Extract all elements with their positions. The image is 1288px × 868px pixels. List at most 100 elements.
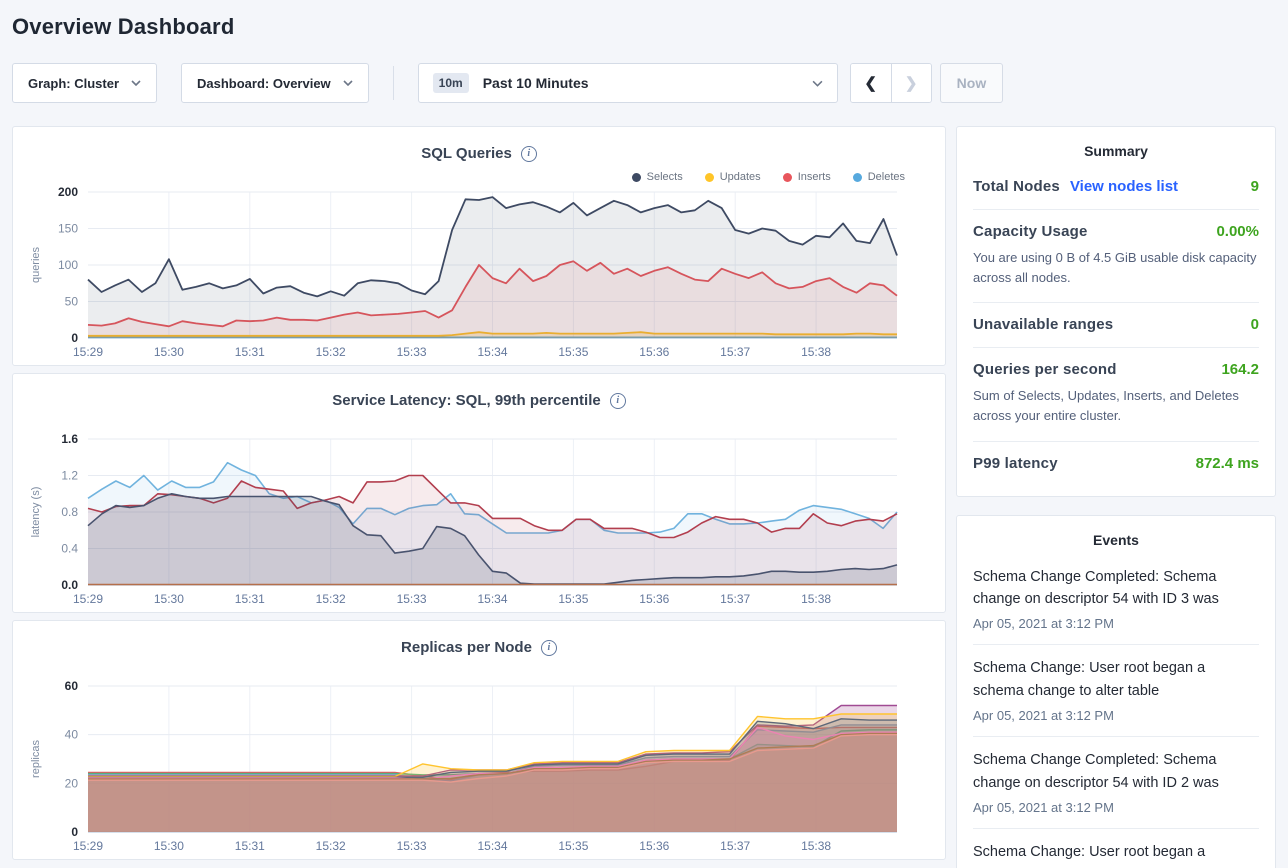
legend-item[interactable]: Updates — [705, 171, 761, 183]
view-nodes-list-link[interactable]: View nodes list — [1070, 178, 1178, 195]
summary-row-unavailable-ranges: Unavailable ranges 0 — [973, 303, 1259, 348]
time-prev-button[interactable]: ❮ — [851, 64, 891, 102]
event-item: Schema Change Completed: Schema change o… — [973, 737, 1259, 829]
svg-text:0: 0 — [71, 331, 78, 345]
event-message: Schema Change Completed: Schema change o… — [973, 749, 1259, 795]
svg-text:50: 50 — [65, 295, 79, 309]
svg-text:15:32: 15:32 — [316, 345, 346, 359]
chart-head: Replicas per Node i — [13, 621, 945, 679]
svg-text:200: 200 — [58, 185, 78, 199]
capacity-usage-description: You are using 0 B of 4.5 GiB usable disk… — [973, 248, 1259, 288]
time-range-label: Past 10 Minutes — [483, 75, 589, 91]
unavailable-ranges-label: Unavailable ranges — [973, 316, 1113, 333]
unavailable-ranges-value: 0 — [1251, 316, 1259, 333]
event-timestamp: Apr 05, 2021 at 3:12 PM — [973, 800, 1259, 815]
chevron-down-icon — [343, 80, 353, 86]
svg-text:15:29: 15:29 — [73, 345, 103, 359]
time-next-button[interactable]: ❯ — [891, 64, 931, 102]
total-nodes-label: Total Nodes — [973, 178, 1060, 195]
queries-per-second-value: 164.2 — [1221, 361, 1259, 378]
event-message: Schema Change: User root began a schema … — [973, 657, 1259, 703]
svg-text:15:36: 15:36 — [639, 839, 669, 853]
page: Overview Dashboard Graph: Cluster Dashbo… — [0, 0, 1288, 868]
chevron-down-icon — [812, 80, 823, 87]
chart-head: Service Latency: SQL, 99th percentile i — [13, 374, 945, 432]
svg-text:15:35: 15:35 — [558, 592, 588, 606]
chart-title: Service Latency: SQL, 99th percentile — [332, 392, 600, 409]
svg-text:15:33: 15:33 — [397, 839, 427, 853]
charts-column: SQL Queries i Selects Updates Inserts Delet… — [12, 126, 946, 867]
svg-text:latency (s): latency (s) — [30, 487, 42, 538]
replicas-per-node-chart[interactable]: 15:2915:3015:3115:3215:3315:3415:3515:36… — [13, 679, 945, 864]
svg-text:60: 60 — [65, 679, 79, 693]
svg-text:15:31: 15:31 — [235, 592, 265, 606]
svg-text:15:37: 15:37 — [720, 839, 750, 853]
svg-text:15:29: 15:29 — [73, 592, 103, 606]
svg-text:0.8: 0.8 — [61, 505, 78, 519]
svg-text:20: 20 — [65, 776, 79, 790]
svg-text:1.6: 1.6 — [61, 432, 78, 446]
summary-row-p99: P99 latency 872.4 ms — [973, 442, 1259, 486]
event-item: Schema Change: User root began a schema … — [973, 645, 1259, 737]
svg-text:15:36: 15:36 — [639, 345, 669, 359]
p99-latency-label: P99 latency — [973, 455, 1058, 472]
chevron-down-icon — [131, 80, 141, 86]
legend-item-label: Updates — [720, 171, 761, 183]
capacity-usage-value: 0.00% — [1216, 223, 1259, 240]
summary-panel: Summary Total Nodes View nodes list 9 Ca… — [956, 126, 1276, 497]
legend-dot — [632, 173, 641, 182]
page-title: Overview Dashboard — [12, 14, 1276, 40]
legend-item[interactable]: Selects — [632, 171, 683, 183]
svg-text:15:37: 15:37 — [720, 345, 750, 359]
svg-text:15:35: 15:35 — [558, 839, 588, 853]
sidebar: Summary Total Nodes View nodes list 9 Ca… — [956, 126, 1276, 868]
replicas-per-node-chart-panel: Replicas per Node i 15:29 15:30 15:31 15:32… — [12, 620, 946, 860]
chart-title: SQL Queries — [421, 145, 512, 162]
sql-queries-chart[interactable]: 15:2915:3015:3115:3215:3315:3415:3515:36… — [13, 185, 945, 370]
event-timestamp: Apr 05, 2021 at 3:12 PM — [973, 708, 1259, 723]
svg-text:15:32: 15:32 — [316, 592, 346, 606]
events-panel: Events Schema Change Completed: Schema c… — [956, 515, 1276, 868]
legend-item-label: Inserts — [798, 171, 831, 183]
info-icon[interactable]: i — [521, 146, 537, 162]
svg-text:0.4: 0.4 — [61, 542, 78, 556]
summary-row-capacity: Capacity Usage 0.00% You are using 0 B o… — [973, 210, 1259, 303]
svg-text:15:38: 15:38 — [801, 592, 831, 606]
legend-item-label: Selects — [647, 171, 683, 183]
svg-text:40: 40 — [65, 728, 79, 742]
sql-queries-chart-panel: SQL Queries i Selects Updates Inserts Delet… — [12, 126, 946, 366]
controls-divider — [393, 66, 394, 100]
legend-item[interactable]: Inserts — [783, 171, 831, 183]
svg-text:15:36: 15:36 — [639, 592, 669, 606]
info-icon[interactable]: i — [610, 393, 626, 409]
events-title: Events — [973, 532, 1259, 554]
svg-text:0.0: 0.0 — [61, 578, 78, 592]
service-latency-chart[interactable]: 15:2915:3015:3115:3215:3315:3415:3515:36… — [13, 432, 945, 617]
graph-dropdown[interactable]: Graph: Cluster — [12, 63, 157, 103]
event-message: Schema Change: User root began a schema … — [973, 841, 1259, 868]
legend-item[interactable]: Deletes — [853, 171, 905, 183]
svg-text:15:30: 15:30 — [154, 345, 184, 359]
chart-head: SQL Queries i Selects Updates Inserts Delet… — [13, 127, 945, 185]
svg-text:15:32: 15:32 — [316, 839, 346, 853]
legend-item-label: Deletes — [868, 171, 905, 183]
svg-text:15:29: 15:29 — [73, 839, 103, 853]
legend-dot — [783, 173, 792, 182]
dashboard-dropdown[interactable]: Dashboard: Overview — [181, 63, 369, 103]
info-icon[interactable]: i — [541, 640, 557, 656]
svg-text:queries: queries — [30, 246, 42, 283]
event-timestamp: Apr 05, 2021 at 3:12 PM — [973, 616, 1259, 631]
svg-text:15:37: 15:37 — [720, 592, 750, 606]
svg-text:replicas: replicas — [30, 740, 42, 778]
svg-text:100: 100 — [58, 258, 78, 272]
time-range-dropdown[interactable]: 10m Past 10 Minutes — [418, 63, 838, 103]
svg-text:15:31: 15:31 — [235, 839, 265, 853]
main-content: SQL Queries i Selects Updates Inserts Delet… — [12, 126, 1276, 868]
svg-text:15:38: 15:38 — [801, 839, 831, 853]
legend-dot — [853, 173, 862, 182]
now-button[interactable]: Now — [940, 63, 1004, 103]
service-latency-chart-panel: Service Latency: SQL, 99th percentile i … — [12, 373, 946, 613]
svg-text:15:30: 15:30 — [154, 839, 184, 853]
queries-per-second-label: Queries per second — [973, 361, 1117, 378]
svg-text:15:31: 15:31 — [235, 345, 265, 359]
